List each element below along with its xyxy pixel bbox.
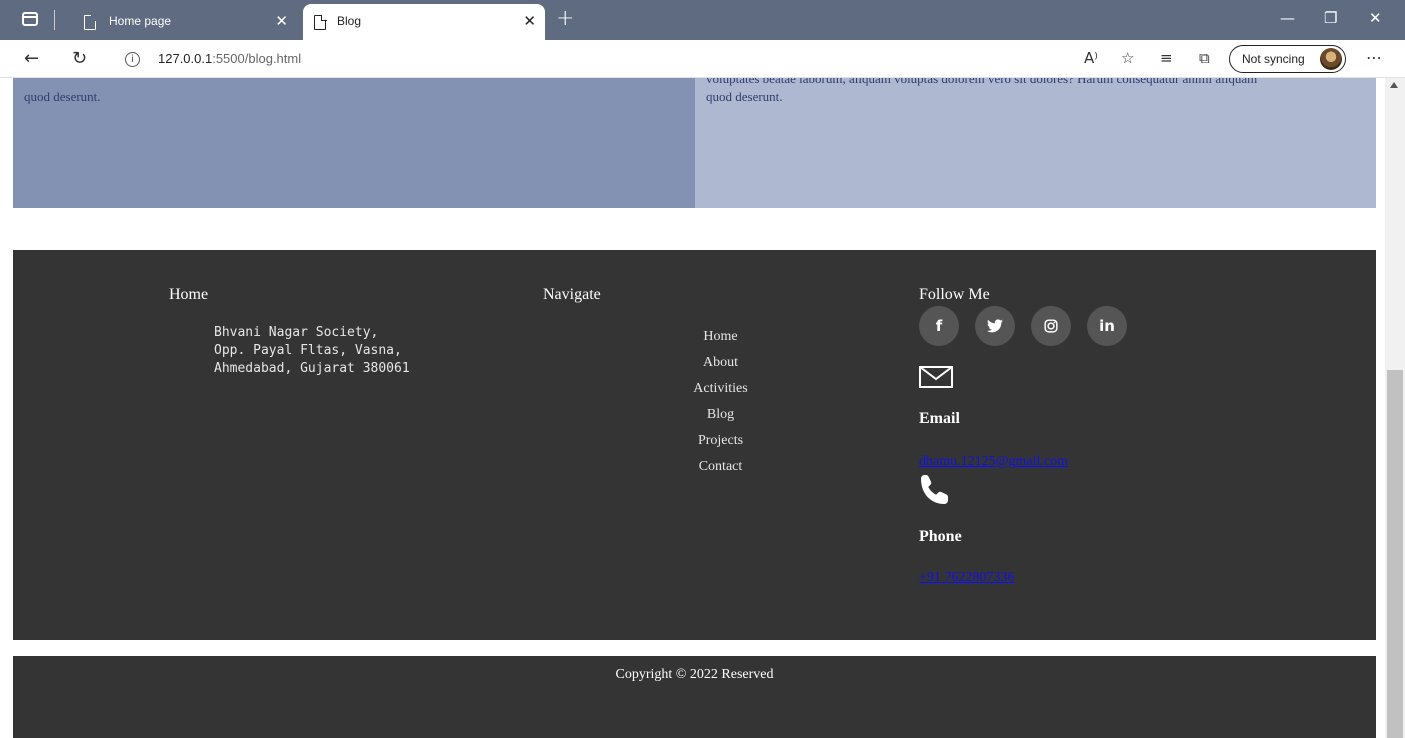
phone-icon — [921, 475, 948, 504]
close-window-button[interactable]: ✕ — [1369, 9, 1382, 27]
email-label: Email — [919, 410, 960, 427]
footer-nav-activities[interactable]: Activities — [663, 376, 778, 402]
blog-card-left: quod deserunt. — [13, 78, 695, 208]
url-path: :5500/blog.html — [212, 51, 302, 66]
footer-nav-list: Home About Activities Blog Projects Cont… — [663, 324, 778, 480]
avatar — [1320, 48, 1342, 70]
tab-home-page[interactable]: Home page ✕ — [62, 4, 300, 40]
read-aloud-icon[interactable]: A⁾ — [1084, 49, 1098, 67]
phone-label: Phone — [919, 528, 962, 545]
footer-home-heading: Home — [169, 286, 209, 303]
site-info-icon[interactable]: i — [125, 52, 140, 67]
favorites-icon[interactable]: ≡ — [1160, 49, 1173, 67]
reload-icon[interactable]: ↻ — [72, 48, 87, 69]
tab-actions-icon[interactable] — [22, 12, 38, 26]
blog-card-right: voluptates beatae laborum, aliquam volup… — [695, 78, 1376, 208]
vertical-scrollbar[interactable] — [1385, 78, 1405, 738]
url-field[interactable]: 127.0.0.1:5500/blog.html — [158, 51, 301, 66]
facebook-icon[interactable]: f — [919, 306, 959, 346]
collections-icon[interactable]: ⧉ — [1199, 49, 1210, 67]
close-tab-icon[interactable]: ✕ — [275, 12, 288, 30]
footer-nav-blog[interactable]: Blog — [663, 402, 778, 428]
address-line: Bhvani Nagar Society, — [214, 325, 379, 340]
instagram-icon[interactable] — [1031, 306, 1071, 346]
footer-nav-home[interactable]: Home — [663, 324, 778, 350]
mail-icon — [919, 366, 953, 388]
restore-button[interactable]: ❐ — [1324, 9, 1337, 27]
new-tab-button[interactable]: + — [556, 6, 574, 31]
scrollbar-thumb[interactable] — [1387, 370, 1403, 738]
page-icon — [314, 14, 327, 30]
profile-sync-button[interactable]: Not syncing — [1229, 45, 1346, 73]
footer-nav-contact[interactable]: Contact — [663, 454, 778, 480]
add-favorite-icon[interactable]: ☆ — [1121, 49, 1134, 67]
scroll-up-arrow-icon[interactable] — [1390, 82, 1398, 88]
back-arrow-icon[interactable]: ← — [24, 48, 39, 69]
browser-tab-bar: Home page ✕ Blog ✕ + — ❐ ✕ — [0, 0, 1405, 40]
page-viewport: quod deserunt. voluptates beatae laborum… — [0, 78, 1385, 738]
copyright-text: Copyright © 2022 Reserved — [615, 667, 774, 682]
url-host: 127.0.0.1 — [158, 51, 213, 66]
tab-title: Blog — [337, 14, 362, 28]
footer-nav-projects[interactable]: Projects — [663, 428, 778, 454]
footer-navigate-heading: Navigate — [543, 286, 601, 303]
footer-address: Bhvani Nagar Society, Opp. Payal Fltas, … — [214, 324, 410, 378]
address-bar: ← ↻ i 127.0.0.1:5500/blog.html A⁾ ☆ ≡ ⧉ … — [0, 40, 1405, 78]
sync-status-label: Not syncing — [1242, 52, 1305, 66]
footer-nav-about[interactable]: About — [663, 350, 778, 376]
linkedin-icon[interactable]: in — [1087, 306, 1127, 346]
blog-card-right-text-partial: voluptates beatae laborum, aliquam volup… — [706, 78, 1258, 86]
blog-card-left-text: quod deserunt. — [24, 89, 101, 104]
address-line: Opp. Payal Fltas, Vasna, — [214, 343, 402, 358]
more-options-icon[interactable]: ⋯ — [1366, 48, 1382, 67]
minimize-button[interactable]: — — [1280, 9, 1295, 27]
tab-separator — [54, 10, 55, 30]
page-icon — [84, 14, 97, 30]
tab-blog[interactable]: Blog ✕ — [303, 4, 545, 40]
footer: Home Navigate Follow Me Bhvani Nagar Soc… — [13, 250, 1376, 640]
blog-card-right-text: quod deserunt. — [706, 89, 783, 104]
close-tab-icon[interactable]: ✕ — [523, 12, 536, 30]
social-links: f in — [919, 306, 1127, 346]
tab-title: Home page — [109, 14, 172, 28]
email-link[interactable]: dhamu.12125@gmail.com — [919, 454, 1068, 470]
copyright-bar: Copyright © 2022 Reserved — [13, 656, 1376, 738]
footer-follow-heading: Follow Me — [919, 286, 990, 303]
twitter-icon[interactable] — [975, 306, 1015, 346]
phone-link[interactable]: +91 7622807336 — [919, 570, 1014, 586]
address-line: Ahmedabad, Gujarat 380061 — [214, 361, 410, 376]
